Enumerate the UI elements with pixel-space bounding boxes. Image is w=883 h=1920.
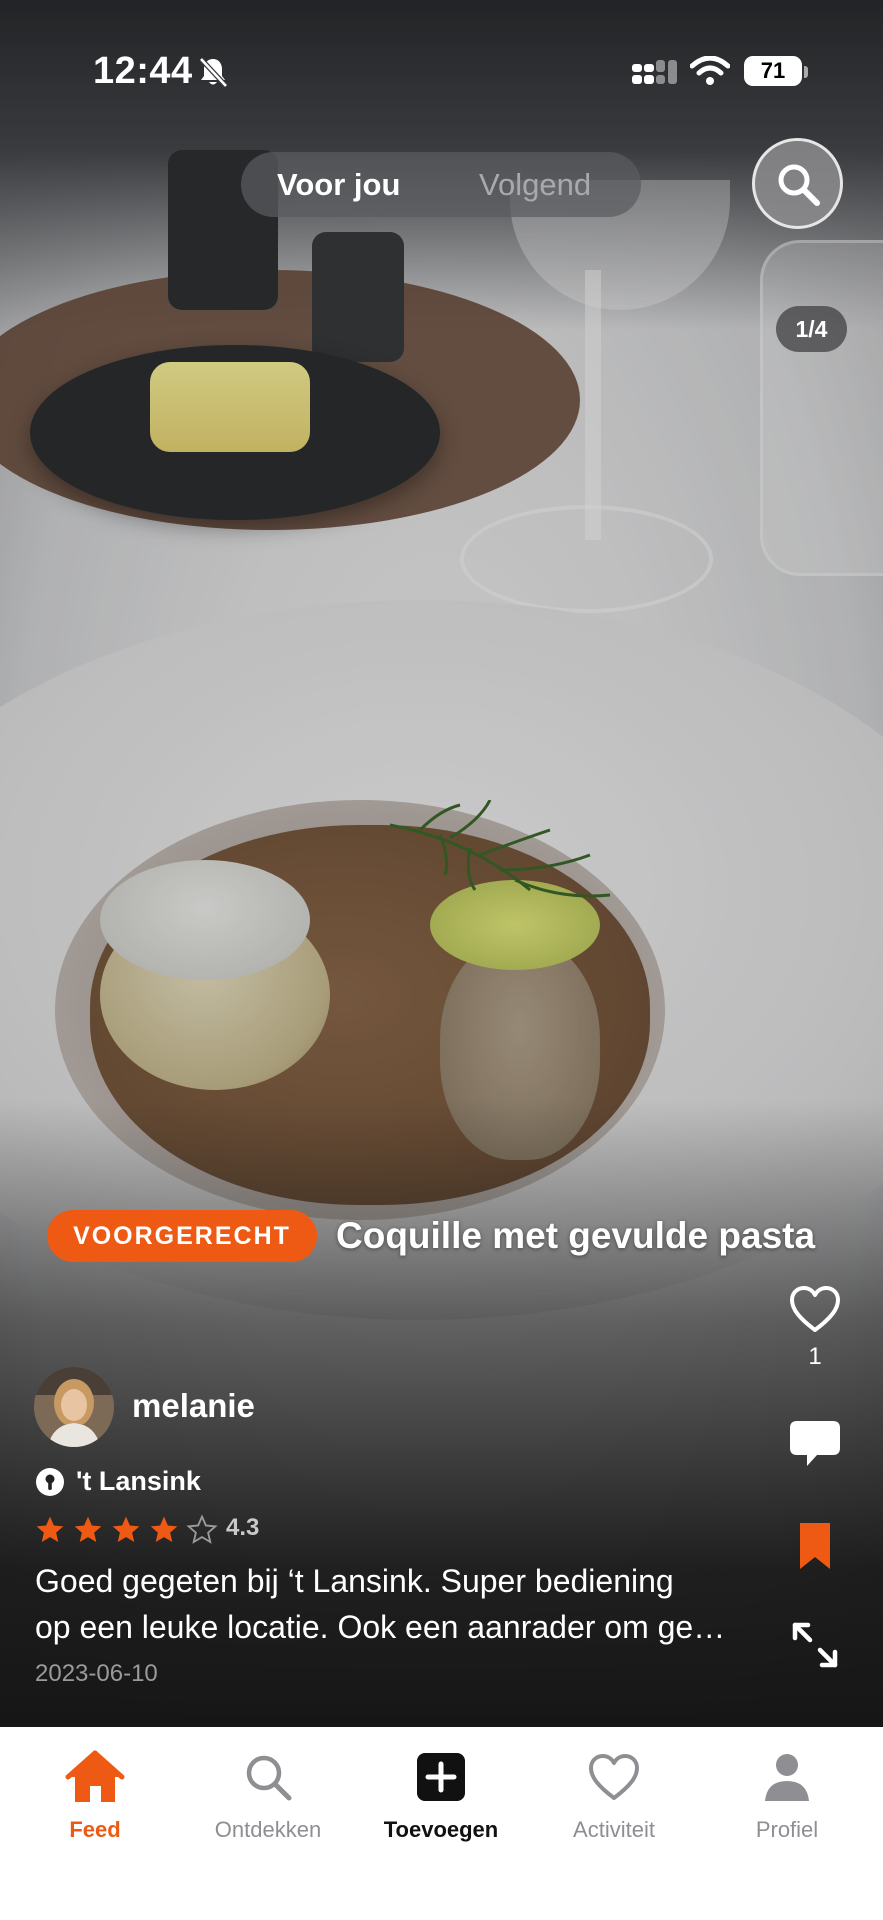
location-pin-icon <box>36 1468 64 1496</box>
like-button[interactable] <box>785 1285 845 1333</box>
dish-title: Coquille met gevulde pasta <box>336 1215 816 1256</box>
bookmark-button[interactable] <box>785 1520 845 1572</box>
heart-icon <box>589 1754 639 1800</box>
bell-off-icon <box>198 56 228 93</box>
expand-button[interactable] <box>785 1620 845 1670</box>
home-icon <box>65 1750 125 1802</box>
star-filled-icon <box>112 1516 140 1542</box>
cellular-signal-icon <box>632 60 678 91</box>
search-button[interactable] <box>752 138 843 229</box>
battery-indicator: 71 <box>744 56 802 86</box>
post-screen: 12:44 71 Voor jou Volgend 1/4 VOORGERECH… <box>0 0 883 1920</box>
star-rating <box>34 1513 218 1547</box>
star-filled-icon <box>150 1516 178 1542</box>
rating-value: 4.3 <box>226 1514 260 1541</box>
comment-button[interactable] <box>785 1418 845 1470</box>
post-date: 2023-06-10 <box>35 1660 158 1687</box>
bottom-navigation: Feed Ontdekken Toevoegen Activiteit Prof… <box>0 1727 883 1920</box>
tab-volgend[interactable]: Volgend <box>479 152 591 217</box>
feed-toggle: Voor jou Volgend <box>241 152 641 217</box>
username[interactable]: melanie <box>132 1387 255 1425</box>
status-time: 12:44 <box>93 50 193 92</box>
person-icon <box>765 1754 809 1801</box>
nav-feed[interactable]: Feed <box>15 1747 175 1843</box>
nav-toevoegen-label: Toevoegen <box>383 1817 499 1842</box>
search-icon <box>778 164 820 206</box>
heart-icon <box>790 1286 840 1332</box>
nav-feed-label: Feed <box>69 1817 121 1842</box>
avatar[interactable] <box>34 1367 114 1447</box>
restaurant-name[interactable]: 't Lansink <box>76 1466 201 1497</box>
nav-ontdekken-label: Ontdekken <box>214 1817 322 1842</box>
expand-icon <box>792 1622 838 1668</box>
star-empty-icon <box>186 1514 218 1544</box>
nav-activiteit-label: Activiteit <box>573 1817 655 1842</box>
wifi-icon <box>689 55 731 91</box>
review-line-1: Goed gegeten bij ‘t Lansink. Super bedie… <box>35 1563 674 1599</box>
nav-activiteit[interactable]: Activiteit <box>534 1747 694 1843</box>
nav-toevoegen[interactable]: Toevoegen <box>361 1747 521 1843</box>
image-counter-badge: 1/4 <box>776 306 847 352</box>
tab-voor-jou[interactable]: Voor jou <box>277 152 400 217</box>
search-icon <box>246 1755 292 1801</box>
comment-icon <box>790 1421 840 1466</box>
bookmark-icon <box>800 1523 830 1569</box>
nav-profiel[interactable]: Profiel <box>707 1747 867 1843</box>
nav-profiel-label: Profiel <box>755 1817 819 1842</box>
battery-nub <box>804 66 808 78</box>
status-bar: 12:44 71 <box>0 40 883 110</box>
like-count: 1 <box>808 1343 822 1370</box>
add-icon <box>417 1753 465 1801</box>
star-filled-icon <box>36 1516 64 1542</box>
star-filled-icon <box>74 1516 102 1542</box>
review-text[interactable]: Goed gegeten bij ‘t Lansink. Super bedie… <box>35 1558 755 1650</box>
review-line-2: op een leuke locatie. Ook een aanrader o… <box>35 1609 726 1645</box>
nav-ontdekken[interactable]: Ontdekken <box>188 1747 348 1843</box>
category-badge: VOORGERECHT <box>47 1210 317 1262</box>
